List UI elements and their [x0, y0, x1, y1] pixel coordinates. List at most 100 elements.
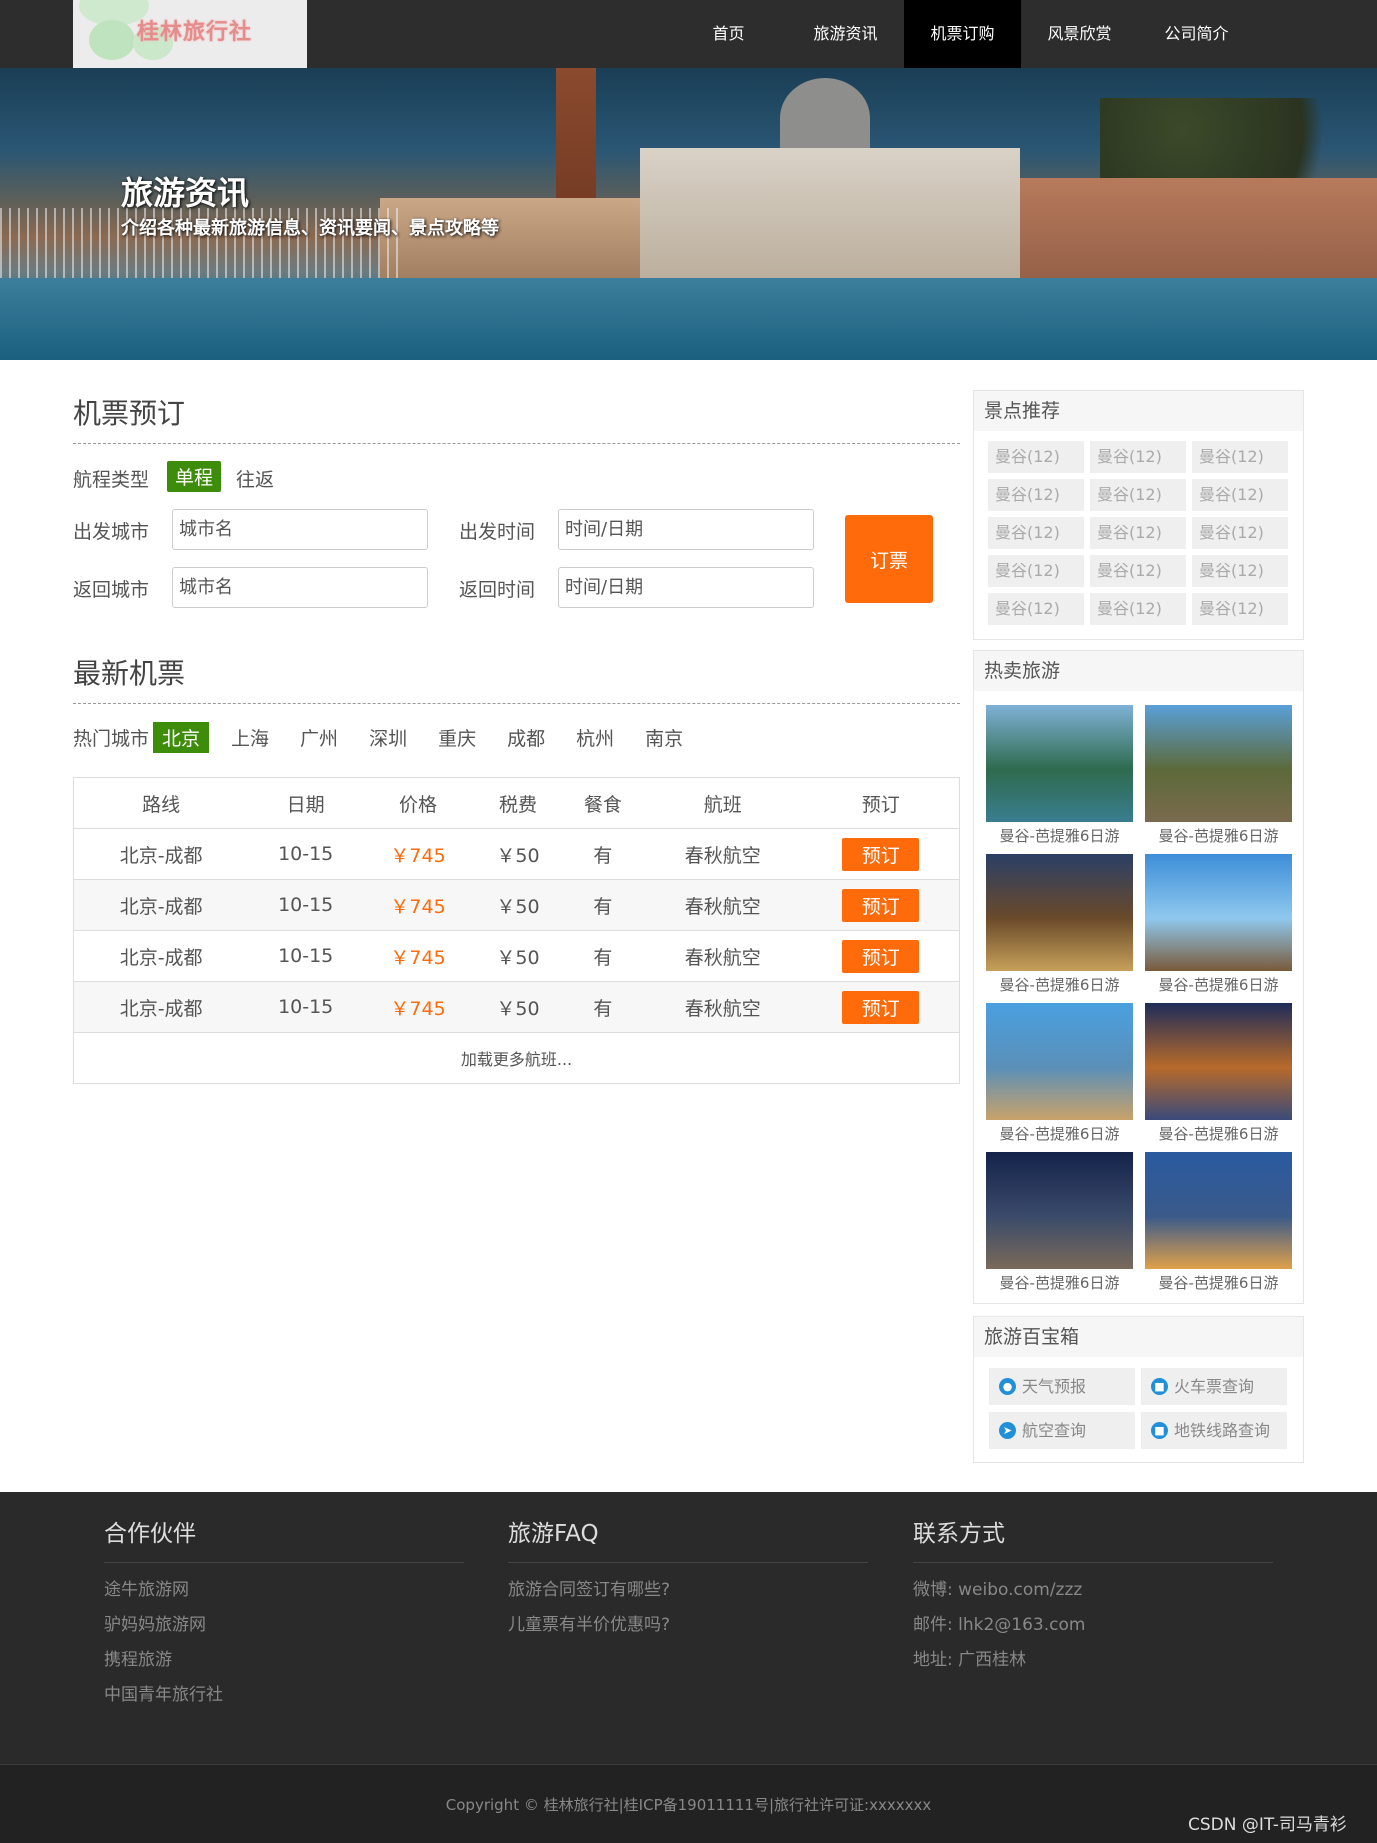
partner-link[interactable]: 驴妈妈旅游网: [104, 1608, 464, 1643]
city-chongqing[interactable]: 重庆: [429, 722, 485, 753]
tour-photo[interactable]: [986, 705, 1133, 822]
tour-card[interactable]: 曼谷-芭提雅6日游: [986, 854, 1133, 1001]
nav-item-news[interactable]: 旅游资讯: [787, 0, 904, 68]
logo-text: 桂林旅行社: [137, 20, 253, 45]
nav-item-about[interactable]: 公司简介: [1138, 0, 1255, 68]
top-nav: 桂林旅行社 首页 旅游资讯 机票订购 风景欣赏 公司简介: [0, 0, 1377, 68]
depart-time-input[interactable]: [558, 509, 814, 550]
tour-photo[interactable]: [986, 1152, 1133, 1269]
route-cell: 北京-成都: [73, 879, 249, 931]
faq-link[interactable]: 旅游合同签订有哪些?: [508, 1573, 868, 1608]
tour-card[interactable]: 曼谷-芭提雅6日游: [986, 1003, 1133, 1150]
tour-photo[interactable]: [1145, 1003, 1292, 1120]
nav-item-home[interactable]: 首页: [670, 0, 787, 68]
table-row: 北京-成都 10-15 ￥745 ￥50 有 春秋航空 预订: [73, 879, 960, 931]
nav-item-tickets[interactable]: 机票订购: [904, 0, 1021, 68]
tour-card[interactable]: 曼谷-芭提雅6日游: [986, 705, 1133, 852]
city-guangzhou[interactable]: 广州: [291, 722, 347, 753]
footer-contact-title: 联系方式: [913, 1514, 1273, 1563]
tools-title: 旅游百宝箱: [974, 1317, 1303, 1357]
city-beijing[interactable]: 北京: [153, 722, 210, 753]
tool-weather[interactable]: ● 天气预报: [989, 1368, 1135, 1405]
tour-caption[interactable]: 曼谷-芭提雅6日游: [986, 1269, 1133, 1299]
spot-tag[interactable]: 曼谷(12): [988, 479, 1084, 511]
trip-type-roundtrip[interactable]: 往返: [236, 465, 274, 492]
spot-tag[interactable]: 曼谷(12): [1192, 593, 1288, 625]
tour-card[interactable]: 曼谷-芭提雅6日游: [1145, 1152, 1292, 1299]
hero-banner: 旅游资讯 介绍各种最新旅游信息、资讯要闻、景点攻略等: [0, 68, 1377, 360]
tour-photo[interactable]: [986, 854, 1133, 971]
airline-cell: 春秋航空: [642, 828, 803, 880]
book-row-button[interactable]: 预订: [842, 990, 920, 1024]
trip-type-oneway[interactable]: 单程: [167, 461, 222, 492]
spot-tag[interactable]: 曼谷(12): [1192, 441, 1288, 473]
tour-caption[interactable]: 曼谷-芭提雅6日游: [1145, 1269, 1292, 1299]
return-city-input[interactable]: [172, 567, 428, 608]
table-row: 北京-成都 10-15 ￥745 ￥50 有 春秋航空 预订: [73, 930, 960, 982]
tour-photo[interactable]: [1145, 854, 1292, 971]
book-row-button[interactable]: 预订: [842, 837, 920, 871]
tour-card[interactable]: 曼谷-芭提雅6日游: [1145, 705, 1292, 852]
faq-link[interactable]: 儿童票有半价优惠吗?: [508, 1608, 868, 1643]
subway-icon: ■: [1151, 1422, 1168, 1439]
spot-tag[interactable]: 曼谷(12): [988, 555, 1084, 587]
city-hangzhou[interactable]: 杭州: [567, 722, 623, 753]
tour-photo[interactable]: [986, 1003, 1133, 1120]
book-row-button[interactable]: 预订: [842, 888, 920, 922]
price-cell: ￥745: [363, 930, 474, 982]
copyright-bar: Copyright © 桂林旅行社|桂ICP备19011111号|旅行社许可证:…: [0, 1764, 1377, 1843]
tour-caption[interactable]: 曼谷-芭提雅6日游: [986, 1120, 1133, 1150]
col-airline: 航班: [642, 777, 803, 829]
tour-photo[interactable]: [1145, 705, 1292, 822]
book-row-button[interactable]: 预订: [842, 939, 920, 973]
tour-caption[interactable]: 曼谷-芭提雅6日游: [1145, 1120, 1292, 1150]
train-icon: ■: [1151, 1378, 1168, 1395]
tool-flight[interactable]: ➤ 航空查询: [989, 1412, 1135, 1449]
tour-caption[interactable]: 曼谷-芭提雅6日游: [1145, 971, 1292, 1001]
city-chengdu[interactable]: 成都: [498, 722, 554, 753]
tools-grid: ● 天气预报 ■ 火车票查询 ➤ 航空查询 ■ 地铁线路查询: [974, 1357, 1303, 1462]
hot-city-filter: 热门城市 北京 上海 广州 深圳 重庆 成都 杭州 南京: [73, 722, 705, 753]
spot-tag[interactable]: 曼谷(12): [1090, 441, 1186, 473]
depart-city-input[interactable]: [172, 509, 428, 550]
tour-photo[interactable]: [1145, 1152, 1292, 1269]
tax-cell: ￥50: [473, 930, 563, 982]
spot-tag[interactable]: 曼谷(12): [988, 441, 1084, 473]
hot-tours-panel: 热卖旅游 曼谷-芭提雅6日游 曼谷-芭提雅6日游 曼谷-芭提雅6日游 曼谷-芭提…: [973, 650, 1304, 1304]
action-cell: 预订: [802, 981, 960, 1033]
site-logo[interactable]: 桂林旅行社: [73, 0, 307, 68]
spot-tag[interactable]: 曼谷(12): [1192, 555, 1288, 587]
partner-link[interactable]: 途牛旅游网: [104, 1573, 464, 1608]
city-nanjing[interactable]: 南京: [636, 722, 692, 753]
spot-tag[interactable]: 曼谷(12): [988, 593, 1084, 625]
spots-grid: 曼谷(12) 曼谷(12) 曼谷(12) 曼谷(12) 曼谷(12) 曼谷(12…: [974, 431, 1303, 639]
tour-caption[interactable]: 曼谷-芭提雅6日游: [986, 822, 1133, 852]
tour-caption[interactable]: 曼谷-芭提雅6日游: [1145, 822, 1292, 852]
city-shenzhen[interactable]: 深圳: [360, 722, 416, 753]
partner-link[interactable]: 中国青年旅行社: [104, 1678, 464, 1713]
partner-link[interactable]: 携程旅游: [104, 1643, 464, 1678]
tour-card[interactable]: 曼谷-芭提雅6日游: [1145, 854, 1292, 1001]
spot-tag[interactable]: 曼谷(12): [1090, 517, 1186, 549]
spot-tag[interactable]: 曼谷(12): [1090, 593, 1186, 625]
footer-partners-title: 合作伙伴: [104, 1514, 464, 1563]
spot-tag[interactable]: 曼谷(12): [988, 517, 1084, 549]
tour-card[interactable]: 曼谷-芭提雅6日游: [1145, 1003, 1292, 1150]
return-time-input[interactable]: [558, 567, 814, 608]
price-cell: ￥745: [363, 828, 474, 880]
book-ticket-button[interactable]: 订票: [845, 515, 933, 603]
depart-city-label: 出发城市: [73, 521, 150, 543]
tour-card[interactable]: 曼谷-芭提雅6日游: [986, 1152, 1133, 1299]
spot-tag[interactable]: 曼谷(12): [1090, 479, 1186, 511]
spot-tag[interactable]: 曼谷(12): [1090, 555, 1186, 587]
tools-panel: 旅游百宝箱 ● 天气预报 ■ 火车票查询 ➤ 航空查询 ■ 地铁线路查询: [973, 1316, 1304, 1463]
load-more-link[interactable]: 加载更多航班...: [73, 1032, 960, 1084]
tour-caption[interactable]: 曼谷-芭提雅6日游: [986, 971, 1133, 1001]
nav-item-scenery[interactable]: 风景欣赏: [1021, 0, 1138, 68]
tool-train[interactable]: ■ 火车票查询: [1141, 1368, 1287, 1405]
tool-subway[interactable]: ■ 地铁线路查询: [1141, 1412, 1287, 1449]
spot-tag[interactable]: 曼谷(12): [1192, 517, 1288, 549]
city-shanghai[interactable]: 上海: [222, 722, 278, 753]
action-cell: 预订: [802, 930, 960, 982]
spot-tag[interactable]: 曼谷(12): [1192, 479, 1288, 511]
